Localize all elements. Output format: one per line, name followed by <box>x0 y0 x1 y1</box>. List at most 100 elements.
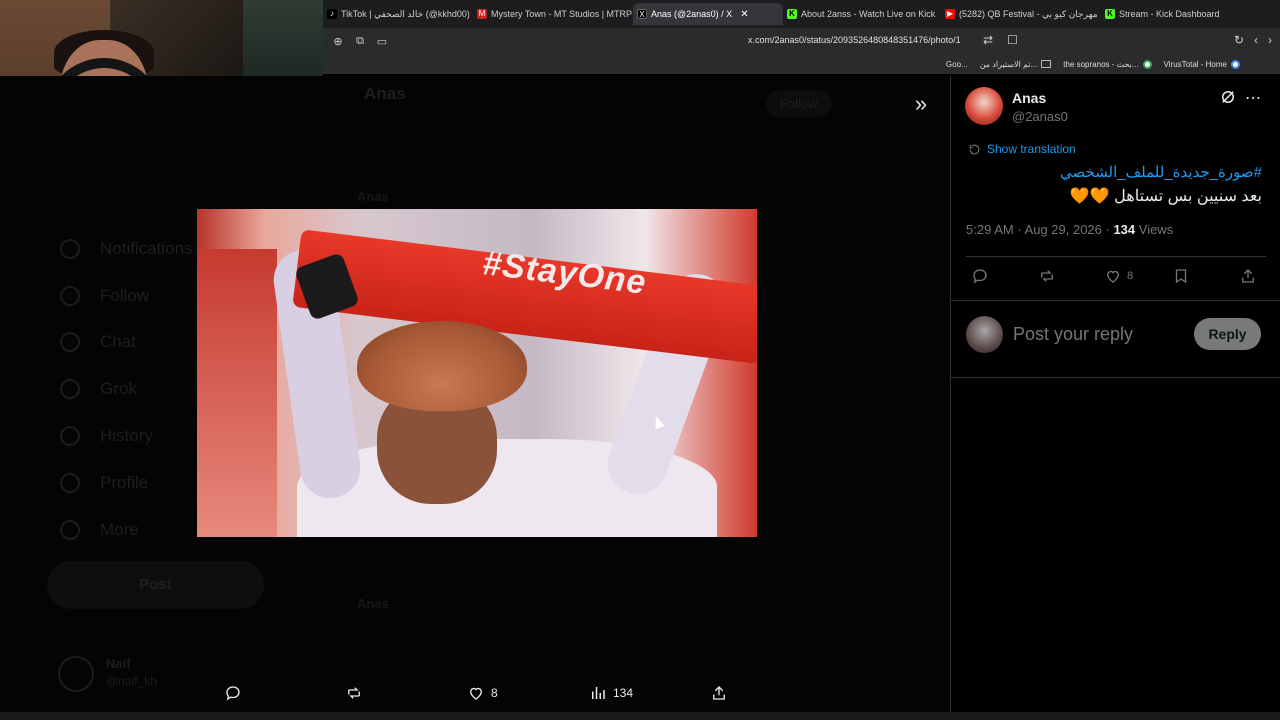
expand-icon[interactable]: » <box>906 90 936 120</box>
show-translation-link[interactable]: Show translation <box>968 142 1076 156</box>
like-action[interactable]: 8 <box>467 684 498 702</box>
tab-label: Stream - Kick Dashboard <box>1119 9 1220 19</box>
bookmark-label: VirusTotal - Home <box>1163 59 1227 69</box>
tab-tiktok[interactable]: ♪ TikTok | خالد الصحفي (@kkhd00) <box>323 3 473 25</box>
tab-x-active[interactable]: X Anas (@2anas0) / X ✕ <box>633 3 783 25</box>
tab-youtube[interactable]: ▶ (5282) QB Festival - مهرجان كيو بي <box>941 3 1101 25</box>
zoom-icon[interactable]: ⊕ <box>327 35 349 48</box>
bookmark-label: the sopranos - بحث... <box>1063 59 1139 69</box>
tab-kick-dashboard[interactable]: K Stream - Kick Dashboard <box>1101 3 1271 25</box>
tab-kick-about[interactable]: K About 2anss - Watch Live on Kick <box>783 3 941 25</box>
tweet-time[interactable]: 5:29 AM · Aug 29, 2026 · <box>966 222 1113 237</box>
share-button[interactable] <box>1239 267 1257 285</box>
screen: ♪ TikTok | خالد الصحفي (@kkhd00) M Myste… <box>0 0 1280 720</box>
grok-icon[interactable] <box>1219 88 1237 106</box>
author-name[interactable]: Anas <box>1012 90 1046 106</box>
cast-icon[interactable]: ▭ <box>371 35 393 48</box>
bg-post-button: Post <box>47 561 264 609</box>
repost-icon <box>348 687 360 699</box>
tweet-meta: 5:29 AM · Aug 29, 2026 · 134 Views <box>966 222 1173 237</box>
tweet-hashtag[interactable]: #صورة_جديدة_للملف_الشخصي <box>1060 163 1262 181</box>
reply-icon <box>226 686 240 701</box>
views-count: 134 <box>613 686 634 700</box>
nav-history: History <box>100 426 153 445</box>
reply-button[interactable] <box>971 267 989 285</box>
bg-header-name: Anas <box>364 84 406 103</box>
screenshot-icon[interactable]: ⧉ <box>349 35 371 48</box>
bookmark-label: تم الاستيراد من... <box>979 59 1038 69</box>
share-action[interactable] <box>710 684 728 702</box>
bg-tweet-author: Anas <box>357 189 389 204</box>
profile-icon <box>60 473 80 493</box>
bookmark-button[interactable] <box>1172 267 1190 285</box>
reply-action[interactable] <box>224 684 242 702</box>
repost-icon <box>1041 270 1053 282</box>
kick-icon: K <box>787 9 797 19</box>
current-user-avatar <box>966 316 1003 353</box>
follow-icon <box>60 286 80 306</box>
views-action[interactable]: 134 <box>589 684 633 702</box>
notifications-icon <box>60 239 80 259</box>
url-field[interactable]: x.com/2anas0/status/2093526480848351476/… <box>748 35 961 45</box>
divider <box>951 377 1280 378</box>
heart-icon <box>1107 270 1119 283</box>
bg-follow-button: Follow <box>766 90 832 117</box>
x-icon: X <box>637 9 647 19</box>
site-settings-icon[interactable]: ⇄ <box>983 33 993 47</box>
tab-label: Anas (@2anas0) / X <box>651 9 733 19</box>
translate-icon <box>969 144 980 154</box>
tab-label: TikTok | خالد الصحفي (@kkhd00) <box>341 8 470 19</box>
tab-label: About 2anss - Watch Live on Kick <box>801 9 936 19</box>
like-count: 8 <box>491 686 498 700</box>
bookmark-sopranos[interactable]: the sopranos - بحث... <box>1063 59 1152 69</box>
chat-icon <box>60 332 80 352</box>
nav-profile: Profile <box>100 473 149 492</box>
bookmark-icon[interactable]: ☐ <box>1007 33 1018 47</box>
horizontal-scrollbar[interactable] <box>0 712 1280 720</box>
back-icon[interactable]: ‹ <box>1254 33 1258 47</box>
tab-label: Mystery Town - MT Studios | MTRP <box>491 9 633 19</box>
share-icon <box>713 686 725 700</box>
repost-action[interactable] <box>345 684 363 702</box>
bookmark-imported-folder[interactable]: تم الاستيراد من... <box>980 60 1052 69</box>
author-avatar[interactable] <box>965 87 1003 125</box>
more-options-icon[interactable]: ⋯ <box>1245 88 1262 108</box>
divider <box>951 300 1280 301</box>
history-icon <box>60 426 80 446</box>
kick-icon: K <box>1105 9 1115 19</box>
photo-actions-bar: 8 134 <box>0 678 950 710</box>
grok-icon <box>60 379 80 399</box>
tweet-detail-pane: Anas @2anas0 ⋯ Show translation #صورة_جد… <box>950 76 1280 720</box>
bookmark-label: Goo... <box>945 59 968 69</box>
reload-icon[interactable]: ↻ <box>1234 33 1244 47</box>
more-icon <box>60 520 80 540</box>
tweet-photo[interactable]: #StayOne <box>197 209 757 537</box>
reply-icon <box>973 269 987 284</box>
like-button[interactable]: 8 <box>1104 267 1133 285</box>
author-handle[interactable]: @2anas0 <box>1012 109 1068 124</box>
views-icon <box>592 687 605 699</box>
reply-input[interactable]: Post your reply <box>1013 324 1133 345</box>
bookmark-icon <box>1175 269 1187 284</box>
google-icon <box>1142 59 1152 69</box>
youtube-icon: ▶ <box>945 9 955 19</box>
bookmark-virustotal[interactable]: VirusTotal - Home <box>1163 59 1240 69</box>
repost-button[interactable] <box>1038 267 1056 285</box>
show-translation-label: Show translation <box>987 142 1076 156</box>
heart-icon <box>470 687 482 700</box>
forward-icon[interactable]: › <box>1268 33 1272 47</box>
close-icon[interactable]: ✕ <box>740 9 748 20</box>
nav-grok: Grok <box>100 379 137 398</box>
folder-icon <box>1041 60 1052 68</box>
tab-mystery-town[interactable]: M Mystery Town - MT Studios | MTRP <box>473 3 633 25</box>
nav-notifications: Notifications <box>100 239 193 258</box>
virustotal-icon <box>1231 59 1240 69</box>
reply-submit-button[interactable]: Reply <box>1194 318 1261 350</box>
bookmark-google[interactable]: Goo... <box>946 60 968 69</box>
mt-icon: M <box>477 9 487 19</box>
tweet-views-label: Views <box>1135 222 1174 237</box>
tab-label: (5282) QB Festival - مهرجان كيو بي <box>959 8 1098 19</box>
tweet-views-count: 134 <box>1113 222 1136 237</box>
nav-chat: Chat <box>100 332 136 351</box>
address-bar: ⊕ ⧉ ▭ x.com/2anas0/status/20935264808483… <box>323 28 1280 54</box>
